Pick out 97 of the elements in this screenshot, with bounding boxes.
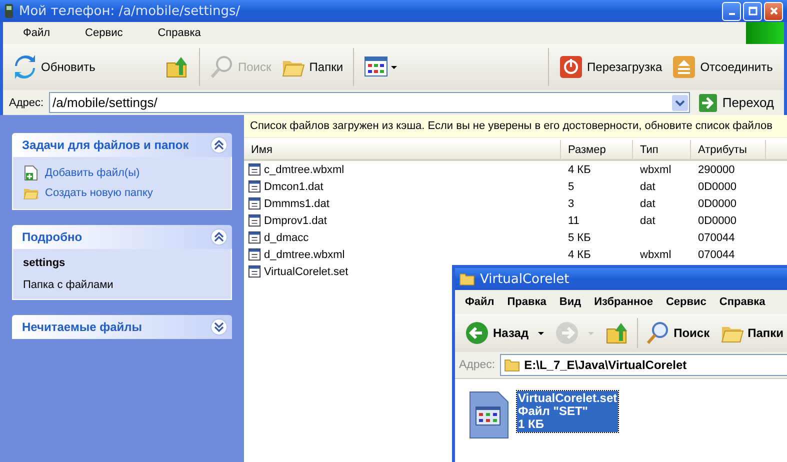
address-field[interactable]: E:\L_7_E\Java\VirtualCorelet <box>500 354 787 376</box>
window-title: VirtualCorelet <box>480 272 570 286</box>
file-icon <box>248 214 261 227</box>
search-icon <box>210 55 234 79</box>
eject-icon <box>672 55 696 79</box>
menu-item[interactable]: Справка <box>719 296 766 308</box>
column-header[interactable]: Тип <box>633 140 691 159</box>
refresh-icon <box>13 55 37 79</box>
menu-item[interactable]: Избранное <box>594 296 653 308</box>
table-cell: 5 <box>568 180 574 192</box>
table-cell: dat <box>640 198 656 210</box>
table-cell: dat <box>640 214 656 226</box>
toolbar-button[interactable]: Папки <box>279 53 346 81</box>
task-link[interactable]: Создать новую папку <box>45 187 153 199</box>
folder-icon <box>504 357 520 373</box>
toolbar-button[interactable]: Папки <box>718 319 786 347</box>
file-name: VirtualCorelet.set <box>518 392 618 405</box>
panel-header[interactable]: Задачи для файлов и папок <box>12 133 232 157</box>
table-cell: 4 КБ <box>568 164 591 176</box>
menu-item[interactable]: Вид <box>559 296 582 308</box>
arrow-icon <box>699 94 718 112</box>
column-header[interactable]: Атрибуты <box>691 140 766 159</box>
minimize-button[interactable] <box>722 2 741 20</box>
table-cell: 4 КБ <box>568 248 591 260</box>
menu-item[interactable]: Сервис <box>666 296 706 308</box>
folder-icon <box>459 271 475 287</box>
expand-icon <box>210 318 228 336</box>
menu-item[interactable]: Справка <box>148 27 211 39</box>
file-icon <box>248 197 261 210</box>
grid-icon <box>364 55 398 79</box>
file-name[interactable]: Dmprov1.dat <box>264 214 327 226</box>
file-icon <box>248 248 261 261</box>
caret-icon <box>536 329 545 337</box>
folder-name: settings <box>23 257 66 269</box>
power-icon <box>559 55 584 79</box>
file-name[interactable]: d_dmtree.wbxml <box>264 248 345 260</box>
collapse-icon <box>210 228 228 246</box>
file-name[interactable]: d_dmacc <box>264 232 309 244</box>
cache-notice: Список файлов загружен из кэша. Если вы не уверены в его достоверности, обновите список файлов <box>244 115 787 138</box>
file-label[interactable]: VirtualCorelet.set Файл "SET" 1 КБ <box>517 391 618 432</box>
toolbar-button[interactable]: Перезагрузка <box>557 53 664 81</box>
table-cell: 5 КБ <box>568 232 591 244</box>
close-icon <box>768 6 778 16</box>
file-icon <box>248 265 261 278</box>
file-name[interactable]: Dmcon1.dat <box>264 180 324 192</box>
window-title: Мой телефон: /a/mobile/settings/ <box>19 4 242 18</box>
toolbar-button[interactable]: Отсоединить <box>670 53 775 81</box>
close-button[interactable] <box>764 2 783 20</box>
status-indicator <box>746 22 784 44</box>
address-field[interactable]: /a/mobile/settings/ <box>48 92 690 113</box>
table-cell: 070044 <box>698 232 735 244</box>
file-icon <box>248 180 261 193</box>
menu-item[interactable]: Правка <box>507 296 546 308</box>
add-file-icon <box>23 165 39 181</box>
table-cell: wbxml <box>640 248 672 260</box>
table-cell: dat <box>640 180 656 192</box>
address-label: Адрес: <box>459 359 496 371</box>
document-icon <box>469 391 509 439</box>
toolbar-button[interactable]: Обновить <box>11 53 98 81</box>
dropdown-icon <box>672 94 688 110</box>
menu-item[interactable]: Сервис <box>75 27 133 39</box>
collapse-icon <box>210 136 228 154</box>
folder-up-icon <box>165 55 189 79</box>
table-cell: 0D0000 <box>698 214 737 226</box>
toolbar-button[interactable]: Поиск <box>644 319 712 347</box>
table-cell: 0D0000 <box>698 198 737 210</box>
file-name[interactable]: c_dmtree.wbxml <box>264 164 344 176</box>
table-cell: 290000 <box>698 164 735 176</box>
table-cell: wbxml <box>640 164 672 176</box>
table-cell: 070044 <box>698 248 735 260</box>
maximize-button[interactable] <box>743 2 762 20</box>
file-icon <box>248 231 261 244</box>
file-name[interactable]: VirtualCorelet.set <box>264 266 348 278</box>
column-header[interactable]: Размер <box>561 140 633 159</box>
folder-description: Папка с файлами <box>23 279 114 291</box>
maximize-icon <box>748 6 758 16</box>
caret-icon <box>586 329 595 337</box>
table-cell: 11 <box>568 214 580 226</box>
panel-header[interactable]: Подробно <box>12 225 232 249</box>
address-label: Адрес: <box>9 96 44 108</box>
column-header[interactable]: Имя <box>244 140 561 159</box>
folder-up-icon <box>604 321 629 345</box>
table-cell: 3 <box>568 198 574 210</box>
search-icon <box>646 321 670 345</box>
phone-icon <box>4 3 14 19</box>
toolbar-button[interactable]: Назад <box>463 319 547 347</box>
file-icon <box>248 163 261 176</box>
go-button[interactable]: Переход <box>695 94 778 112</box>
table-cell: 0D0000 <box>698 180 737 192</box>
file-name[interactable]: Dmmms1.dat <box>264 198 330 210</box>
file-type: Файл "SET" <box>518 405 589 418</box>
task-link[interactable]: Добавить файл(ы) <box>45 167 140 179</box>
minimize-icon <box>728 13 734 15</box>
file-size: 1 КБ <box>518 418 545 431</box>
menu-item[interactable]: Файл <box>13 27 60 39</box>
menu-item[interactable]: Файл <box>465 296 494 308</box>
panel-header[interactable]: Нечитаемые файлы <box>12 315 232 339</box>
